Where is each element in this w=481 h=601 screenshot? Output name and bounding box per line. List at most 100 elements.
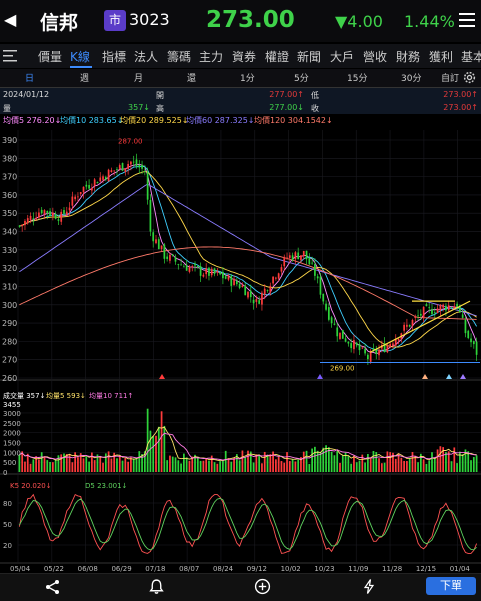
- candle-body: [447, 305, 450, 311]
- volume-bar: [213, 462, 216, 472]
- current-price: 273.00: [206, 7, 295, 33]
- volume-bar: [244, 457, 247, 472]
- volume-bar: [155, 435, 157, 472]
- tab-margin[interactable]: 資券: [232, 48, 256, 65]
- volume-value: 357↓: [128, 103, 150, 112]
- lightning-icon[interactable]: [361, 578, 377, 595]
- volume-bar: [355, 462, 358, 472]
- period-15min[interactable]: 15分: [347, 71, 367, 84]
- volume-bar: [132, 458, 135, 472]
- volume-bar: [422, 459, 425, 472]
- candle-body: [174, 256, 177, 262]
- tab-price-volume[interactable]: 價量: [38, 48, 62, 65]
- tab-main-force[interactable]: 主力: [199, 48, 223, 65]
- tab-institutional[interactable]: 法人: [134, 48, 158, 65]
- candle-body: [160, 245, 163, 250]
- candle-body: [96, 181, 99, 184]
- bell-icon[interactable]: [148, 578, 165, 595]
- period-1min[interactable]: 1分: [240, 71, 255, 84]
- volume-bar: [475, 455, 478, 472]
- volume-bar: [439, 446, 442, 472]
- kline-chart[interactable]: 390 380 370 360 350 340 330 320 310 300 290 280 270 2…: [0, 126, 481, 573]
- volume-bar: [60, 454, 63, 472]
- period-week[interactable]: 週: [80, 71, 89, 84]
- candle-body: [467, 330, 470, 339]
- volume-bar: [118, 455, 121, 472]
- kd-legend-item: D5 23.001↓: [85, 482, 127, 490]
- candle-body: [433, 312, 436, 314]
- volume-bar: [302, 451, 305, 472]
- legend-ma120: 均價120 304.1542↓: [254, 116, 333, 125]
- place-order-button[interactable]: 下單: [426, 577, 476, 595]
- candle-body: [146, 172, 149, 200]
- candle-body: [261, 292, 263, 305]
- period-day[interactable]: 日: [25, 71, 34, 84]
- candle-body: [336, 327, 339, 337]
- volume-bar: [199, 460, 202, 472]
- high-price-annotation: 287.00: [118, 137, 143, 145]
- volume-bar: [241, 450, 244, 472]
- period-5min[interactable]: 5分: [294, 71, 309, 84]
- tab-warrants[interactable]: 權證: [265, 48, 289, 65]
- share-icon[interactable]: [45, 579, 61, 595]
- period-custom[interactable]: 自訂: [441, 71, 459, 84]
- candle-body: [319, 276, 322, 295]
- period-30min[interactable]: 30分: [401, 71, 421, 84]
- volume-label: 量: [3, 104, 11, 113]
- low-label: 低: [311, 91, 319, 100]
- volume-bar: [216, 463, 219, 472]
- tab-major-holders[interactable]: 大戶: [330, 48, 354, 65]
- ma-line: [19, 171, 477, 348]
- plus-circle-icon[interactable]: [254, 578, 271, 595]
- kd-axis-label: 20: [3, 542, 12, 550]
- signal-marker: [317, 374, 323, 379]
- sidebar-menu-icon[interactable]: [3, 49, 17, 63]
- volume-bar: [288, 461, 291, 472]
- volume-bars: [18, 408, 478, 472]
- candle-body: [85, 184, 88, 187]
- volume-bar: [54, 460, 57, 472]
- hamburger-icon[interactable]: [458, 11, 476, 29]
- volume-bar: [341, 455, 344, 472]
- candle-body: [286, 257, 288, 259]
- back-chevron-left-icon[interactable]: ◀: [4, 10, 24, 30]
- volume-bar: [336, 451, 339, 472]
- candle-body: [46, 210, 49, 214]
- volume-bar: [160, 411, 163, 472]
- volume-bar: [339, 462, 341, 472]
- volume-bar: [291, 459, 294, 472]
- legend-ma60: 均價60 287.325↓: [186, 116, 255, 125]
- candle-body: [238, 284, 241, 288]
- tab-financial[interactable]: 財務: [396, 48, 420, 65]
- period-month[interactable]: 月: [134, 71, 143, 84]
- tab-kline[interactable]: K線: [70, 48, 90, 65]
- volume-bar: [107, 451, 110, 472]
- tab-basic[interactable]: 基本: [461, 48, 481, 65]
- candle-body: [263, 288, 266, 295]
- period-restore[interactable]: 還: [187, 71, 196, 84]
- volume-bar: [358, 460, 361, 472]
- candle-body: [65, 211, 68, 216]
- volume-bar: [146, 408, 149, 472]
- settings-gear-icon[interactable]: [462, 70, 477, 85]
- tab-chips[interactable]: 籌碼: [167, 48, 191, 65]
- volume-bar: [166, 460, 169, 472]
- tab-revenue[interactable]: 營收: [363, 48, 387, 65]
- tab-news[interactable]: 新聞: [297, 48, 321, 65]
- volume-bar: [472, 457, 475, 472]
- candle-body: [355, 342, 358, 346]
- candle-body: [378, 349, 380, 356]
- candle-body: [442, 304, 445, 308]
- candle-body: [68, 207, 71, 211]
- candle-body: [341, 329, 344, 339]
- tab-profit[interactable]: 獲利: [429, 48, 453, 65]
- candle-body: [361, 347, 364, 349]
- candle-body: [60, 211, 63, 222]
- kd-axis-label: 50: [3, 521, 12, 529]
- volume-bar: [185, 457, 188, 472]
- volume-bar: [428, 460, 431, 472]
- volume-bar: [255, 454, 258, 472]
- volume-legend-item: 均量5 593↓: [46, 391, 86, 400]
- volume-bar: [330, 451, 333, 472]
- tab-indicators[interactable]: 指標: [102, 48, 126, 65]
